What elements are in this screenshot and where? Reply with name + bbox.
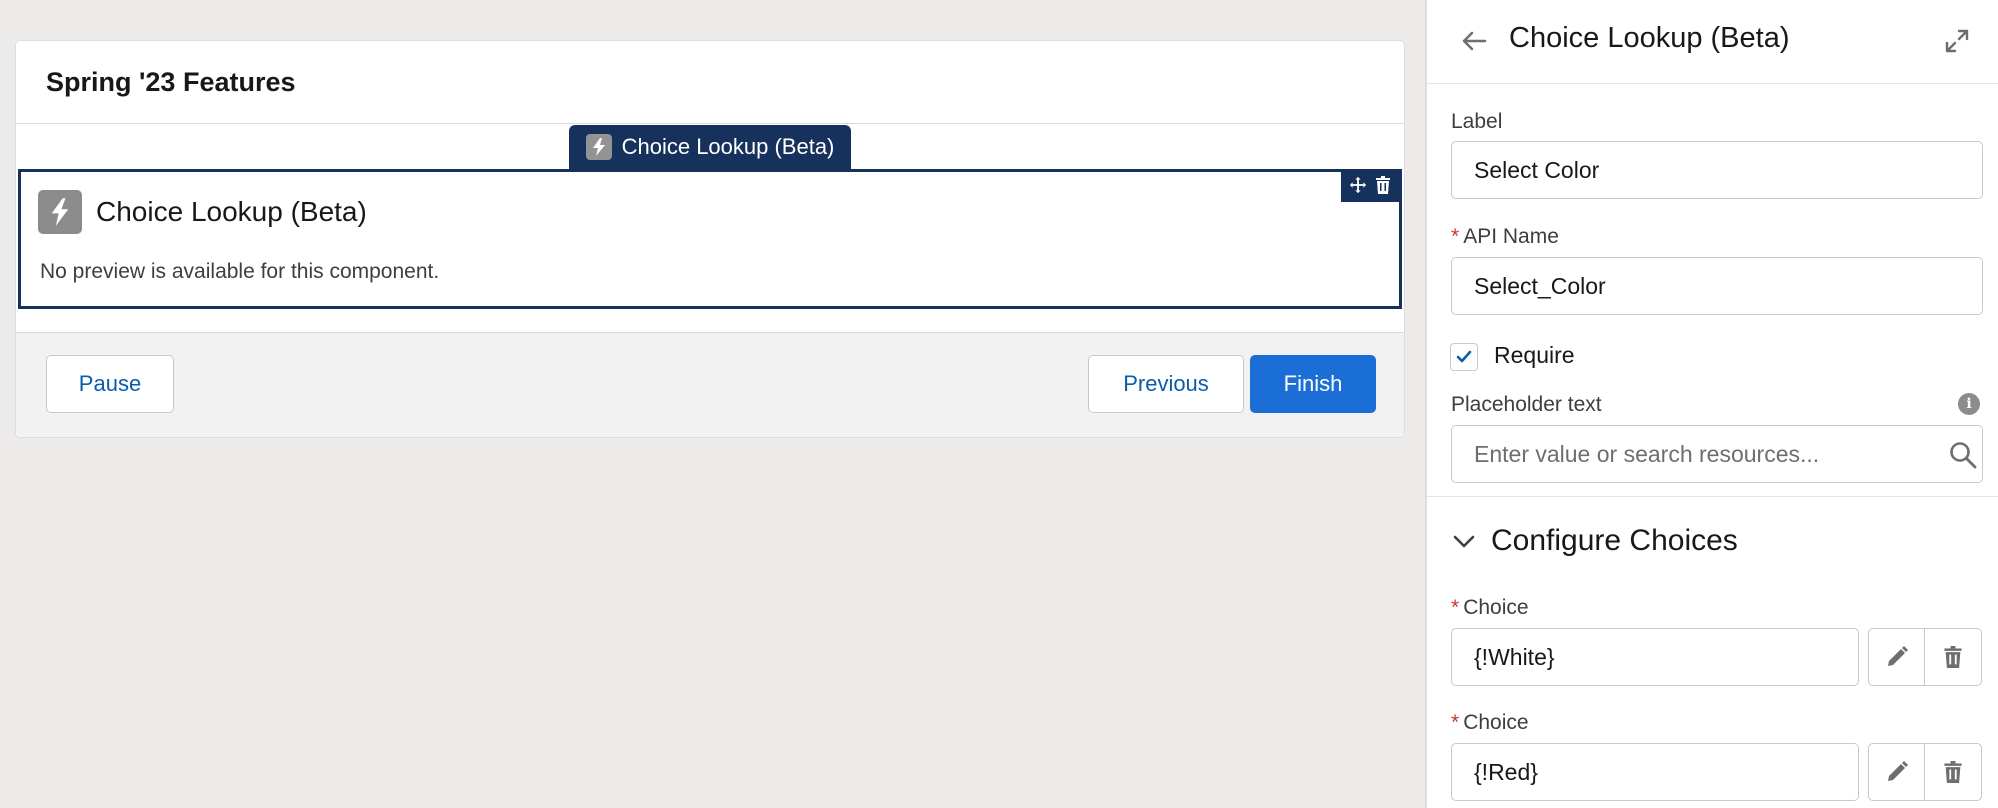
component-toolbar bbox=[1341, 172, 1399, 202]
properties-panel: Choice Lookup (Beta) Label Select Color … bbox=[1425, 0, 1998, 808]
pencil-icon bbox=[1887, 761, 1908, 781]
chevron-down-icon bbox=[1453, 535, 1475, 548]
edit-choice-button[interactable] bbox=[1868, 743, 1925, 801]
section-divider bbox=[1427, 496, 1998, 497]
choice-field-label: * Choice bbox=[1451, 596, 1529, 620]
choice-label-text: Choice bbox=[1463, 596, 1529, 619]
choice-field-label: * Choice bbox=[1451, 711, 1529, 735]
trash-icon bbox=[1944, 646, 1962, 668]
info-icon[interactable]: i bbox=[1958, 393, 1980, 415]
finish-button[interactable]: Finish bbox=[1250, 355, 1376, 413]
checkmark-icon bbox=[1456, 350, 1472, 363]
required-marker: * bbox=[1451, 711, 1460, 734]
api-name-field-label: * API Name bbox=[1451, 225, 1559, 249]
search-icon[interactable] bbox=[1948, 440, 1978, 470]
screen-header: Spring '23 Features bbox=[16, 41, 1404, 124]
edit-choice-button[interactable] bbox=[1868, 628, 1925, 686]
delete-choice-button[interactable] bbox=[1925, 743, 1982, 801]
required-marker: * bbox=[1451, 596, 1460, 619]
panel-header: Choice Lookup (Beta) bbox=[1427, 0, 1998, 84]
pause-button[interactable]: Pause bbox=[46, 355, 174, 413]
component-header: Choice Lookup (Beta) bbox=[38, 190, 367, 234]
lightning-icon bbox=[38, 190, 82, 234]
pencil-icon bbox=[1887, 646, 1908, 666]
move-icon[interactable] bbox=[1349, 176, 1367, 199]
delete-choice-button[interactable] bbox=[1925, 628, 1982, 686]
selected-component-tab[interactable]: Choice Lookup (Beta) bbox=[569, 125, 851, 169]
component-preview[interactable]: Choice Lookup (Beta) No preview is avail… bbox=[18, 169, 1402, 309]
api-name-label-text: API Name bbox=[1463, 225, 1559, 248]
expand-icon[interactable] bbox=[1944, 28, 1970, 54]
placeholder-field-label: Placeholder text bbox=[1451, 393, 1602, 416]
label-input[interactable]: Select Color bbox=[1451, 141, 1983, 199]
configure-choices-section-toggle[interactable]: Configure Choices bbox=[1451, 524, 1738, 558]
choice-label-text: Choice bbox=[1463, 711, 1529, 734]
back-arrow-icon[interactable] bbox=[1459, 26, 1489, 56]
component-title: Choice Lookup (Beta) bbox=[96, 196, 367, 227]
screen-preview-card: Spring '23 Features Choice Lookup (Beta)… bbox=[15, 40, 1405, 438]
label-field-label: Label bbox=[1451, 110, 1503, 133]
lightning-icon bbox=[585, 134, 612, 160]
previous-button[interactable]: Previous bbox=[1088, 355, 1244, 413]
choice-input[interactable]: {!Red} bbox=[1451, 743, 1859, 801]
selected-component-tab-label: Choice Lookup (Beta) bbox=[621, 134, 835, 159]
require-label: Require bbox=[1494, 342, 1575, 368]
panel-title: Choice Lookup (Beta) bbox=[1509, 22, 1790, 54]
configure-choices-title: Configure Choices bbox=[1491, 524, 1738, 557]
screen-title: Spring '23 Features bbox=[46, 66, 296, 97]
choice-input[interactable]: {!White} bbox=[1451, 628, 1859, 686]
required-marker: * bbox=[1451, 225, 1460, 248]
trash-icon bbox=[1944, 761, 1962, 783]
api-name-input[interactable]: Select_Color bbox=[1451, 257, 1983, 315]
component-preview-note: No preview is available for this compone… bbox=[40, 260, 440, 283]
flow-canvas: Spring '23 Features Choice Lookup (Beta)… bbox=[0, 0, 1425, 808]
screen-footer: Pause Previous Finish bbox=[16, 332, 1404, 437]
delete-icon[interactable] bbox=[1375, 175, 1391, 199]
require-checkbox[interactable] bbox=[1450, 343, 1478, 371]
placeholder-text-input[interactable]: Enter value or search resources... bbox=[1451, 425, 1983, 483]
